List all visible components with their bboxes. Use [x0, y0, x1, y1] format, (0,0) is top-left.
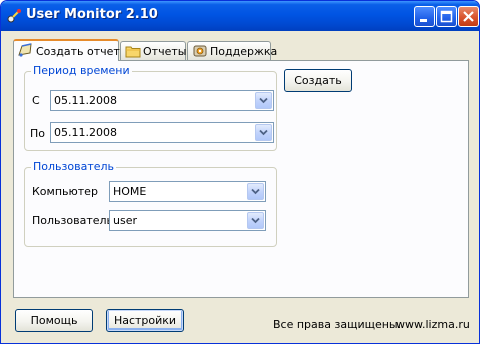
computer-select[interactable]: HOME — [109, 181, 266, 202]
chevron-down-icon — [259, 129, 268, 136]
tab-support[interactable]: Поддержка — [187, 41, 277, 60]
minimize-icon — [420, 19, 427, 22]
title-bar[interactable]: User Monitor 2.10 — [1, 1, 479, 31]
close-icon — [463, 11, 474, 22]
to-date-picker[interactable]: 05.11.2008 — [50, 122, 274, 143]
to-date-label: По — [30, 127, 46, 140]
from-date-label: С — [32, 94, 40, 107]
tab-support-label: Поддержка — [210, 45, 278, 58]
user-select[interactable]: user — [109, 210, 266, 231]
computer-dropdown-button[interactable] — [247, 183, 264, 200]
minimize-button[interactable] — [414, 6, 435, 27]
support-icon — [193, 45, 207, 57]
computer-label: Компьютер — [32, 185, 98, 198]
app-window: User Monitor 2.10 Создать отчет Отчеты П… — [0, 0, 480, 344]
create-button[interactable]: Создать — [284, 69, 352, 92]
settings-button[interactable]: Настройки — [106, 309, 184, 332]
maximize-icon — [440, 10, 453, 23]
to-date-dropdown-button[interactable] — [255, 124, 272, 141]
tab-create-report[interactable]: Создать отчет — [13, 39, 120, 61]
copyright-text: Все права защищены. — [273, 318, 402, 331]
from-date-value: 05.11.2008 — [54, 94, 117, 107]
to-date-value: 05.11.2008 — [54, 126, 117, 139]
website-link[interactable]: www.lizma.ru — [396, 318, 470, 331]
close-button[interactable] — [458, 6, 479, 27]
tab-reports-label: Отчеты — [143, 45, 187, 58]
chevron-down-icon — [251, 188, 260, 195]
folder-icon — [125, 46, 141, 58]
user-group-title: Пользователь — [31, 160, 117, 173]
create-report-icon — [18, 43, 32, 57]
computer-value: HOME — [113, 185, 147, 198]
period-group: Период времени С 05.11.2008 По 05.11.200… — [24, 64, 277, 151]
tab-create-report-label: Создать отчет — [36, 45, 120, 58]
create-report-panel: Период времени С 05.11.2008 По 05.11.200… — [13, 60, 469, 298]
from-date-picker[interactable]: 05.11.2008 — [50, 90, 274, 111]
user-value: user — [113, 214, 137, 227]
maximize-button[interactable] — [436, 6, 457, 27]
user-label: Пользователь — [32, 214, 114, 227]
user-group: Пользователь Компьютер HOME Пользователь… — [24, 160, 277, 247]
chevron-down-icon — [259, 97, 268, 104]
tab-reports[interactable]: Отчеты — [120, 41, 186, 60]
window-title: User Monitor 2.10 — [26, 7, 158, 22]
chevron-down-icon — [251, 217, 260, 224]
from-date-dropdown-button[interactable] — [255, 92, 272, 109]
user-dropdown-button[interactable] — [247, 212, 264, 229]
help-button[interactable]: Помощь — [15, 309, 93, 332]
app-icon — [7, 9, 21, 23]
period-group-title: Период времени — [31, 64, 132, 77]
